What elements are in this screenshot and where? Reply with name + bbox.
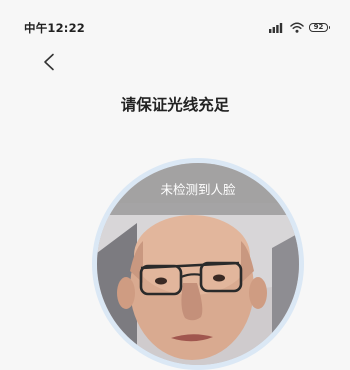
page-title: 请保证光线充足 bbox=[120, 96, 230, 114]
camera-ring: 未检测到人脸 bbox=[92, 158, 304, 370]
wifi-icon bbox=[290, 22, 304, 33]
signal-bars-icon bbox=[269, 22, 283, 33]
chevron-left-icon bbox=[44, 53, 54, 71]
face-status-text: 未检测到人脸 bbox=[160, 182, 236, 197]
status-bar: 中午12:22 92 bbox=[0, 0, 350, 44]
battery-level: 92 bbox=[313, 22, 324, 31]
status-time: 中午12:22 bbox=[24, 21, 86, 35]
camera-preview: 未检测到人脸 bbox=[97, 163, 299, 365]
battery-icon: 92 bbox=[309, 22, 330, 32]
back-button[interactable] bbox=[38, 50, 60, 74]
face-status-banner: 未检测到人脸 bbox=[97, 163, 299, 215]
status-icons: 92 bbox=[269, 21, 330, 33]
